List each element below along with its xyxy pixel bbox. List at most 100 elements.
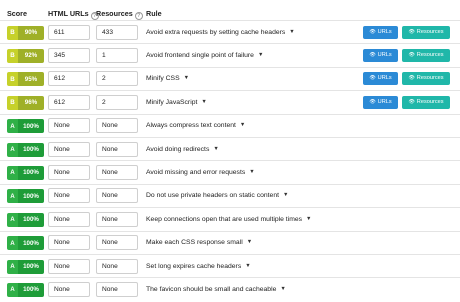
table-row: A 100% None None Avoid doing redirects ▼ <box>0 137 460 161</box>
resources-count: None <box>96 118 138 134</box>
resources-button[interactable]: 👁 Resources <box>402 95 450 109</box>
table-row: A 100% None None Always compress text conten… <box>0 113 460 138</box>
urls-button-label: URLs <box>377 51 392 58</box>
rule-dropdown[interactable]: Keep connections open that are used mult… <box>146 216 312 223</box>
score-grade: A <box>7 212 18 227</box>
urls-button-label: URLs <box>377 75 392 82</box>
caret-down-icon[interactable]: ▼ <box>306 216 311 222</box>
table-row: B 96% 612 2 Minify JavaScript ▼ 👁 URLs 👁 Resource… <box>0 90 460 114</box>
resources-button-label: Resources <box>416 28 444 35</box>
eye-icon: 👁 <box>369 28 376 35</box>
header-html-urls-label: HTML URLs <box>48 9 89 18</box>
resources-button[interactable]: 👁 Resources <box>402 25 450 39</box>
score-grade: A <box>7 236 18 251</box>
rule-dropdown[interactable]: Avoid doing redirects ▼ <box>146 146 219 153</box>
caret-down-icon[interactable]: ▼ <box>283 192 288 198</box>
score-badge: A 100% <box>7 236 44 251</box>
question-circle-icon[interactable]: ? <box>134 12 143 20</box>
html-urls-count: 345 <box>48 47 90 63</box>
score-badge: A 100% <box>7 259 44 274</box>
header-html-urls: HTML URLs? <box>48 9 99 20</box>
rule-dropdown[interactable]: Avoid frontend single point of failure ▼ <box>146 52 263 59</box>
rule-dropdown[interactable]: Set long expires cache headers ▼ <box>146 263 251 270</box>
score-grade: A <box>7 119 18 134</box>
score-badge: B 92% <box>7 48 44 63</box>
score-percent: 90% <box>18 25 44 40</box>
score-grade: B <box>7 72 18 87</box>
resources-button-label: Resources <box>416 51 444 58</box>
score-badge: A 100% <box>7 212 44 227</box>
resources-count: 2 <box>96 94 138 110</box>
rule-dropdown[interactable]: Avoid extra requests by setting cache he… <box>146 29 295 36</box>
score-grade: A <box>7 142 18 157</box>
score-percent: 100% <box>18 165 44 180</box>
resources-button[interactable]: 👁 Resources <box>402 72 450 86</box>
rule-dropdown[interactable]: Minify JavaScript ▼ <box>146 99 207 106</box>
table-row: B 92% 345 1 Avoid frontend single point of f… <box>0 43 460 67</box>
score-grade: A <box>7 189 18 204</box>
caret-down-icon[interactable]: ▼ <box>249 169 254 175</box>
score-badge: A 100% <box>7 165 44 180</box>
html-urls-count: 612 <box>48 71 90 87</box>
caret-down-icon[interactable]: ▼ <box>213 146 218 152</box>
table-row: A 100% None None Avoid missing and error req… <box>0 160 460 184</box>
caret-down-icon[interactable]: ▼ <box>280 286 285 292</box>
caret-down-icon[interactable]: ▼ <box>201 99 206 105</box>
rule-label: Avoid frontend single point of failure <box>146 51 254 59</box>
score-grade: B <box>7 25 18 40</box>
caret-down-icon[interactable]: ▼ <box>258 52 263 58</box>
urls-button[interactable]: 👁 URLs <box>363 25 398 39</box>
score-percent: 100% <box>18 236 44 251</box>
rule-label: Minify CSS <box>146 75 180 83</box>
rule-dropdown[interactable]: The favicon should be small and cacheabl… <box>146 286 286 293</box>
rule-dropdown[interactable]: Do not use private headers on static con… <box>146 192 288 199</box>
score-badge: B 95% <box>7 72 44 87</box>
table-header: Score HTML URLs? Resources? Rule <box>0 6 460 20</box>
resources-count: None <box>96 141 138 157</box>
caret-down-icon[interactable]: ▼ <box>240 122 245 128</box>
score-percent: 100% <box>18 142 44 157</box>
score-badge: A 100% <box>7 142 44 157</box>
header-rule: Rule <box>146 9 162 18</box>
resources-button-label: Resources <box>416 75 444 82</box>
rule-dropdown[interactable]: Avoid missing and error requests ▼ <box>146 169 255 176</box>
rule-dropdown[interactable]: Make each CSS response small ▼ <box>146 239 252 246</box>
resources-count: None <box>96 258 138 274</box>
html-urls-count: None <box>48 281 90 297</box>
resources-button[interactable]: 👁 Resources <box>402 48 450 62</box>
rule-dropdown[interactable]: Always compress text content ▼ <box>146 122 245 129</box>
html-urls-count: None <box>48 235 90 251</box>
score-badge: A 100% <box>7 119 44 134</box>
eye-icon: 👁 <box>408 28 415 35</box>
score-percent: 100% <box>18 282 44 297</box>
score-grade: A <box>7 282 18 297</box>
table-row: B 90% 611 433 Avoid extra requests by settin… <box>0 20 460 44</box>
score-percent: 96% <box>18 95 44 110</box>
caret-down-icon[interactable]: ▼ <box>184 75 189 81</box>
table-row: A 100% None None Do not use private headers … <box>0 183 460 208</box>
caret-down-icon[interactable]: ▼ <box>247 239 252 245</box>
eye-icon: 👁 <box>369 98 376 105</box>
caret-down-icon[interactable]: ▼ <box>245 263 250 269</box>
urls-button[interactable]: 👁 URLs <box>363 95 398 109</box>
rule-dropdown[interactable]: Minify CSS ▼ <box>146 75 189 82</box>
rule-label: Make each CSS response small <box>146 239 243 247</box>
score-percent: 95% <box>18 72 44 87</box>
eye-icon: 👁 <box>369 51 376 58</box>
resources-count: None <box>96 281 138 297</box>
urls-button[interactable]: 👁 URLs <box>363 48 398 62</box>
html-urls-count: 611 <box>48 24 90 40</box>
rule-label: Do not use private headers on static con… <box>146 192 279 200</box>
score-percent: 100% <box>18 212 44 227</box>
urls-button[interactable]: 👁 URLs <box>363 72 398 86</box>
header-resources-label: Resources <box>96 9 133 18</box>
caret-down-icon[interactable]: ▼ <box>289 29 294 35</box>
score-percent: 100% <box>18 189 44 204</box>
rule-label: Avoid missing and error requests <box>146 168 246 176</box>
resources-count: 433 <box>96 24 138 40</box>
resources-count: 1 <box>96 47 138 63</box>
eye-icon: 👁 <box>408 75 415 82</box>
score-badge: B 96% <box>7 95 44 110</box>
table-row: B 95% 612 2 Minify CSS ▼ 👁 URLs 👁 Resources <box>0 66 460 91</box>
eye-icon: 👁 <box>408 98 415 105</box>
